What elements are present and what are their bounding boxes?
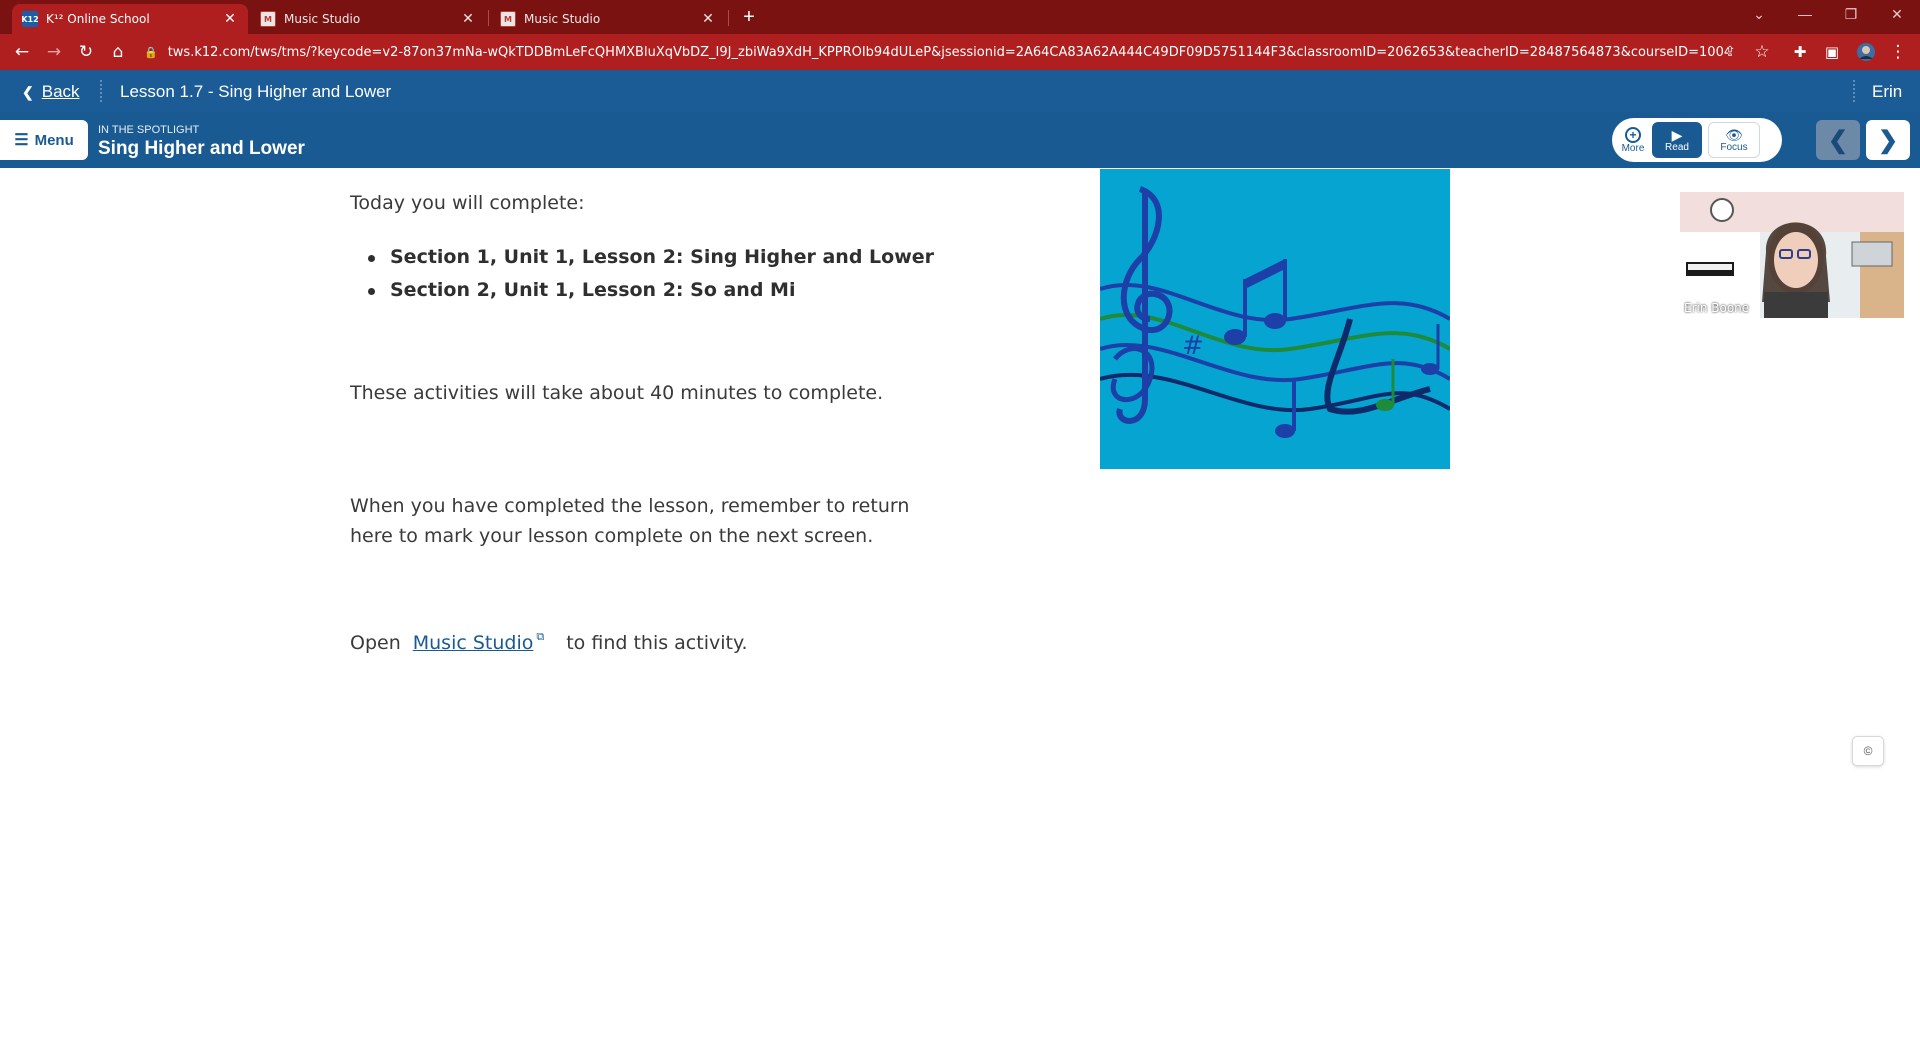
browser-toolbar: ← → ↻ ⌂ 🔒 tws.k12.com/tws/tms/?keycode=v… (0, 34, 1920, 70)
lesson-sub-header: ☰ Menu IN THE SPOTLIGHT Sing Higher and … (0, 112, 1920, 168)
close-tab-icon[interactable]: ✕ (222, 11, 238, 27)
hamburger-icon: ☰ (14, 132, 29, 149)
copyright-button[interactable]: © (1852, 736, 1884, 766)
menu-label: Menu (34, 131, 74, 149)
read-label: Read (1665, 141, 1689, 153)
section-label: IN THE SPOTLIGHT (98, 124, 200, 136)
tab-music-studio-1[interactable]: M Music Studio ✕ (250, 4, 486, 34)
tab-separator (728, 10, 729, 26)
tab-k12-online-school[interactable]: K12 K¹² Online School ✕ (12, 4, 248, 34)
menu-button[interactable]: ☰ Menu (0, 120, 88, 160)
grid-icon[interactable]: ⠿ (1768, 130, 1782, 148)
browser-tab-strip: K12 K¹² Online School ✕ M Music Studio ✕… (0, 0, 1920, 34)
minimize-icon[interactable]: — (1794, 6, 1816, 22)
lesson-title: Lesson 1.7 - Sing Higher and Lower (120, 82, 392, 101)
open-activity-line: Open Music Studio ⧉ to find this activit… (350, 630, 748, 654)
forward-arrow-icon[interactable]: → (44, 42, 64, 62)
next-page-button[interactable]: ❯ (1866, 120, 1910, 160)
close-window-icon[interactable]: ✕ (1886, 6, 1908, 23)
intro-text: Today you will complete: (350, 192, 585, 214)
chevron-left-icon: ❮ (22, 83, 34, 100)
back-arrow-icon[interactable]: ← (12, 42, 32, 62)
k12-favicon-icon: K12 (21, 11, 39, 27)
extensions-icon[interactable]: ✚ (1790, 42, 1810, 62)
home-icon[interactable]: ⌂ (108, 42, 128, 62)
user-name[interactable]: Erin (1872, 82, 1902, 102)
previous-page-button[interactable]: ❮ (1816, 120, 1860, 160)
focus-label: Focus (1720, 141, 1748, 153)
url-text: tws.k12.com/tws/tms/?keycode=v2-87on37mN… (167, 44, 1728, 60)
header-divider (1853, 80, 1855, 102)
tab-separator (488, 10, 489, 26)
side-panel-icon[interactable]: ▣ (1822, 42, 1842, 62)
svg-text:#: # (1182, 331, 1204, 361)
read-button[interactable]: ▶ Read (1652, 122, 1702, 158)
share-icon[interactable]: ⇪ (1720, 42, 1740, 62)
tab-search-icon[interactable]: ⌄ (1748, 6, 1770, 23)
play-icon: ▶ (1671, 126, 1683, 143)
bookmark-star-icon[interactable]: ☆ (1752, 42, 1772, 62)
header-divider (100, 80, 102, 102)
eye-icon: 👁 (1725, 126, 1743, 143)
tab-title: K¹² Online School (46, 12, 150, 26)
activity-list: Section 1, Unit 1, Lesson 2: Sing Higher… (368, 246, 934, 312)
teacher-video-feed[interactable]: Erin Boone (1680, 192, 1904, 318)
music-notes-illustration: # (1099, 169, 1452, 469)
open-prefix: Open (350, 632, 401, 654)
music-studio-favicon-icon: M (500, 11, 516, 27)
open-suffix: to find this activity. (566, 632, 748, 654)
tab-title: Music Studio (524, 12, 601, 26)
reload-icon[interactable]: ↻ (76, 42, 96, 62)
tab-music-studio-2[interactable]: M Music Studio ✕ (490, 4, 726, 34)
reading-tools: + More ▶ Read 👁 Focus (1612, 118, 1782, 162)
tab-title: Music Studio (284, 12, 361, 26)
close-tab-icon[interactable]: ✕ (460, 11, 476, 27)
browser-menu-icon[interactable]: ⋮ (1888, 42, 1908, 62)
participant-name: Erin Boone (1684, 301, 1750, 315)
close-tab-icon[interactable]: ✕ (700, 11, 716, 27)
list-item: Section 1, Unit 1, Lesson 2: Sing Higher… (368, 246, 934, 268)
address-bar[interactable]: 🔒 tws.k12.com/tws/tms/?keycode=v2-87on37… (144, 38, 1764, 66)
music-studio-link[interactable]: Music Studio (413, 632, 534, 654)
lock-icon: 🔒 (144, 46, 158, 59)
list-item: Section 2, Unit 1, Lesson 2: So and Mi (368, 279, 934, 301)
restore-icon[interactable]: ❐ (1840, 6, 1862, 23)
back-link[interactable]: ❮ Back (22, 82, 80, 102)
section-title: Sing Higher and Lower (98, 138, 305, 159)
more-button[interactable]: + More (1618, 122, 1648, 158)
new-tab-button[interactable]: + (738, 6, 760, 28)
plus-circle-icon: + (1625, 126, 1641, 143)
focus-button[interactable]: 👁 Focus (1708, 122, 1760, 158)
duration-text: These activities will take about 40 minu… (350, 382, 884, 404)
more-label: More (1621, 142, 1645, 154)
chevron-left-icon: ❮ (1827, 126, 1849, 154)
profile-avatar-icon[interactable] (1856, 42, 1876, 62)
reminder-text: When you have completed the lesson, reme… (350, 495, 910, 547)
app-header: ❮ Back Lesson 1.7 - Sing Higher and Lowe… (0, 70, 1920, 112)
back-label: Back (41, 82, 80, 101)
music-studio-favicon-icon: M (260, 11, 276, 27)
lesson-content: Today you will complete: Section 1, Unit… (0, 168, 1920, 1040)
external-link-icon: ⧉ (536, 630, 545, 643)
chevron-right-icon: ❯ (1877, 126, 1899, 154)
